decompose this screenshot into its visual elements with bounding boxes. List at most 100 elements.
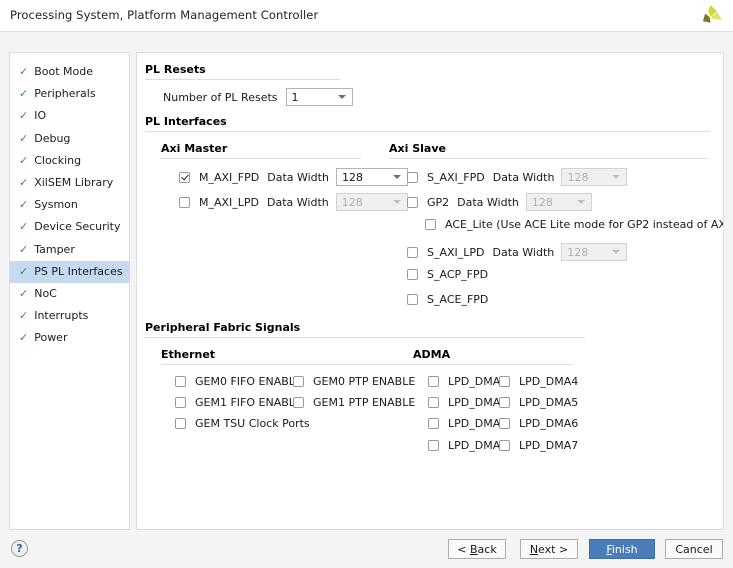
help-icon[interactable]: ?: [11, 540, 28, 557]
sidebar-item-debug[interactable]: ✓ Debug: [10, 128, 129, 150]
gem1-fifo-enable-row: GEM1 FIFO ENABLE: [175, 396, 302, 409]
number-of-pl-resets-row: Number of PL Resets 1: [163, 88, 353, 106]
wizard-workspace: ✓Boot Mode ✓Peripherals ✓IO ✓Debug ✓Cloc…: [0, 33, 733, 530]
check-icon: ✓: [19, 61, 28, 83]
pl-interfaces-section: PL Interfaces: [145, 115, 710, 132]
lpd-dma4-row: LPD_DMA4: [499, 375, 578, 388]
lpd-dma3-row: LPD_DMA3: [428, 439, 507, 452]
m-axi-fpd-width-dropdown[interactable]: 128: [336, 168, 408, 186]
adma-heading: ADMA: [413, 348, 573, 364]
dropdown-value: 128: [532, 196, 553, 209]
ethernet-heading: Ethernet: [161, 348, 441, 364]
check-icon: ✓: [19, 83, 28, 105]
settings-content-panel: PL Resets Number of PL Resets 1 PL Inter…: [136, 52, 724, 530]
number-of-pl-resets-label: Number of PL Resets: [163, 91, 278, 104]
sidebar-item-clocking[interactable]: ✓Clocking: [10, 150, 129, 172]
section-divider: [161, 364, 441, 365]
sidebar-item-device-security[interactable]: ✓Device Security: [10, 216, 129, 238]
axi-slave-heading: Axi Slave: [389, 142, 709, 158]
ethernet-group: Ethernet: [161, 348, 441, 365]
gem0-ptp-enable-checkbox[interactable]: [293, 376, 304, 387]
m-axi-fpd-checkbox[interactable]: [179, 172, 190, 183]
sidebar-item-sysmon[interactable]: ✓Sysmon: [10, 194, 129, 216]
m-axi-lpd-width-dropdown: 128: [336, 193, 408, 211]
s-acp-fpd-checkbox[interactable]: [407, 269, 418, 280]
chevron-down-icon: [612, 250, 620, 254]
sidebar-item-label: Sysmon: [34, 198, 78, 211]
lpd-dma6-row: LPD_DMA6: [499, 417, 578, 430]
sidebar-item-ps-pl-interfaces[interactable]: ✓PS PL Interfaces: [10, 261, 129, 283]
finish-button[interactable]: Finish: [589, 539, 655, 559]
s-axi-lpd-label: S_AXI_LPD: [427, 246, 485, 259]
m-axi-lpd-checkbox[interactable]: [179, 197, 190, 208]
gem1-ptp-enable-label: GEM1 PTP ENABLE: [313, 396, 415, 409]
check-icon: ✓: [19, 172, 28, 194]
s-axi-lpd-row: S_AXI_LPD Data Width 128: [407, 243, 627, 261]
lpd-dma5-row: LPD_DMA5: [499, 396, 578, 409]
s-axi-fpd-checkbox[interactable]: [407, 172, 418, 183]
chevron-down-icon: [612, 175, 620, 179]
chevron-down-icon: [393, 200, 401, 204]
check-icon: ✓: [19, 283, 28, 305]
m-axi-lpd-row: M_AXI_LPD Data Width 128: [179, 193, 408, 211]
lpd-dma7-checkbox[interactable]: [499, 440, 510, 451]
lpd-dma4-label: LPD_DMA4: [519, 375, 578, 388]
lpd-dma0-checkbox[interactable]: [428, 376, 439, 387]
sidebar-item-peripherals[interactable]: ✓Peripherals: [10, 83, 129, 105]
sidebar-item-noc[interactable]: ✓ NoC: [10, 283, 129, 305]
gp2-checkbox[interactable]: [407, 197, 418, 208]
lpd-dma5-checkbox[interactable]: [499, 397, 510, 408]
lpd-dma2-checkbox[interactable]: [428, 418, 439, 429]
sidebar-item-label: NoC: [34, 287, 57, 300]
s-axi-fpd-label: S_AXI_FPD: [427, 171, 485, 184]
sidebar-item-label: Debug: [34, 132, 70, 145]
lpd-dma4-checkbox[interactable]: [499, 376, 510, 387]
gem-tsu-clock-ports-row: GEM TSU Clock Ports: [175, 417, 310, 430]
sidebar-item-power[interactable]: ✓Power: [10, 327, 129, 349]
check-icon: ✓: [19, 216, 28, 238]
gem0-fifo-enable-checkbox[interactable]: [175, 376, 186, 387]
section-divider: [145, 131, 710, 132]
s-acp-fpd-label: S_ACP_FPD: [427, 268, 488, 281]
pl-resets-heading: PL Resets: [145, 63, 340, 79]
lpd-dma1-checkbox[interactable]: [428, 397, 439, 408]
m-axi-lpd-label: M_AXI_LPD: [199, 196, 259, 209]
back-button[interactable]: < Back: [448, 539, 506, 559]
s-axi-lpd-checkbox[interactable]: [407, 247, 418, 258]
next-mnemonic: N: [530, 543, 538, 556]
sidebar-item-label: Clocking: [34, 154, 81, 167]
sidebar-item-tamper[interactable]: ✓Tamper: [10, 239, 129, 261]
sidebar-item-interrupts[interactable]: ✓Interrupts: [10, 305, 129, 327]
gem1-fifo-enable-checkbox[interactable]: [175, 397, 186, 408]
sidebar-item-label: Interrupts: [34, 309, 88, 322]
sidebar-item-io[interactable]: ✓IO: [10, 105, 129, 127]
check-icon: ✓: [19, 128, 28, 150]
sidebar-item-xilsem-library[interactable]: ✓ XilSEM Library: [10, 172, 129, 194]
dropdown-value: 128: [567, 171, 588, 184]
gem1-ptp-enable-row: GEM1 PTP ENABLE: [293, 396, 415, 409]
s-axi-lpd-width-dropdown: 128: [561, 243, 627, 261]
gem1-ptp-enable-checkbox[interactable]: [293, 397, 304, 408]
sidebar-item-label: Tamper: [34, 243, 75, 256]
axi-slave-group: Axi Slave: [389, 142, 709, 159]
section-divider: [145, 337, 585, 338]
gem0-fifo-enable-row: GEM0 FIFO ENABLE: [175, 375, 302, 388]
sidebar-item-label: Power: [34, 331, 67, 344]
gem-tsu-clock-ports-checkbox[interactable]: [175, 418, 186, 429]
number-of-pl-resets-dropdown[interactable]: 1: [286, 88, 353, 106]
sidebar-item-label: XilSEM Library: [34, 176, 113, 189]
cancel-button[interactable]: Cancel: [665, 539, 723, 559]
next-button[interactable]: Next >: [520, 539, 578, 559]
s-ace-fpd-checkbox[interactable]: [407, 294, 418, 305]
sidebar-item-label: PS PL Interfaces: [34, 265, 122, 278]
s-ace-fpd-row: S_ACE_FPD: [407, 293, 488, 306]
finish-suffix: inish: [612, 543, 638, 556]
pl-resets-section: PL Resets: [145, 63, 340, 80]
back-prefix: <: [457, 543, 470, 556]
lpd-dma3-checkbox[interactable]: [428, 440, 439, 451]
sidebar-item-boot-mode[interactable]: ✓Boot Mode: [10, 61, 129, 83]
axi-master-heading: Axi Master: [161, 142, 361, 158]
back-mnemonic: B: [470, 543, 478, 556]
ace-lite-checkbox[interactable]: [425, 219, 436, 230]
lpd-dma6-checkbox[interactable]: [499, 418, 510, 429]
